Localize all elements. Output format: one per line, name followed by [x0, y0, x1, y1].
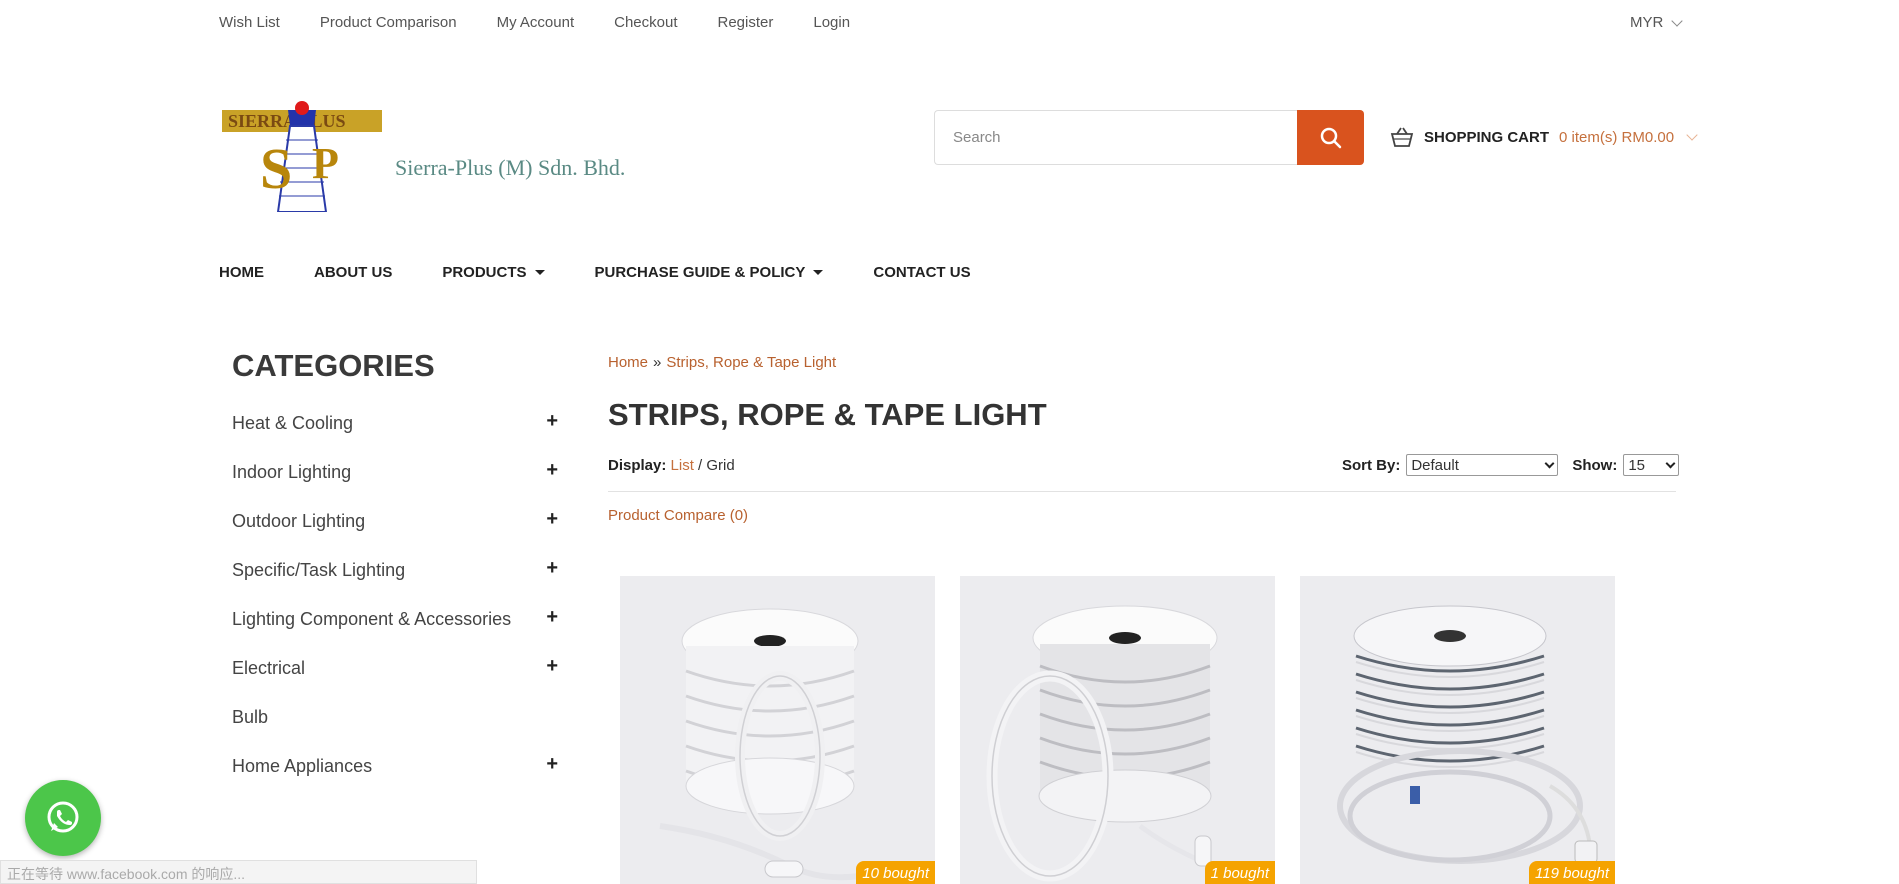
- show-value: 15: [1628, 456, 1646, 474]
- product-image: [1300, 576, 1615, 884]
- category-label: Electrical: [232, 658, 306, 678]
- chevron-down-icon: [1686, 129, 1698, 141]
- chevron-down-icon: [1671, 14, 1684, 27]
- category-item[interactable]: Home Appliances +: [232, 753, 558, 805]
- grid-view-link[interactable]: Grid: [706, 457, 734, 474]
- search-bar: [934, 110, 1364, 165]
- sort-controls: Sort By: Default Show: 15: [1342, 454, 1680, 476]
- sort-value: Default: [1411, 456, 1459, 474]
- cart-label: SHOPPING CART: [1424, 128, 1550, 146]
- category-item[interactable]: Lighting Component & Accessories +: [232, 606, 558, 658]
- company-name: Sierra-Plus (M) Sdn. Bhd.: [395, 155, 626, 180]
- top-links: Wish List Product Comparison My Account …: [219, 14, 850, 31]
- display-toggle: Display: List / Grid: [608, 457, 735, 474]
- category-label: Outdoor Lighting: [232, 511, 366, 531]
- expand-plus-icon[interactable]: +: [546, 557, 558, 580]
- product-card[interactable]: 10 bought: [620, 576, 935, 884]
- page-title: STRIPS, ROPE & TAPE LIGHT: [608, 397, 1047, 432]
- nav-purchase-guide[interactable]: PURCHASE GUIDE & POLICY: [595, 264, 824, 281]
- product-card[interactable]: 119 bought: [1300, 576, 1615, 884]
- nav-contact[interactable]: CONTACT US: [873, 264, 970, 281]
- bought-count-badge: 10 bought: [856, 861, 935, 884]
- chevron-down-icon: [1665, 458, 1676, 468]
- list-view-link[interactable]: List: [671, 457, 694, 474]
- nav-home[interactable]: HOME: [219, 264, 264, 281]
- category-label: Bulb: [232, 707, 269, 727]
- display-separator: /: [698, 457, 703, 474]
- show-select[interactable]: 15: [1623, 454, 1680, 476]
- search-icon: [1320, 127, 1341, 148]
- nav-about[interactable]: ABOUT US: [314, 264, 392, 281]
- category-label: Lighting Component & Accessories: [232, 609, 512, 629]
- nav-about-label: ABOUT US: [314, 264, 393, 281]
- category-item[interactable]: Electrical +: [232, 655, 558, 707]
- main-nav: HOME ABOUT US PRODUCTS PURCHASE GUIDE & …: [219, 264, 971, 281]
- wishlist-link[interactable]: Wish List: [219, 14, 280, 31]
- caret-down-icon: [813, 270, 824, 275]
- display-label: Display:: [608, 457, 667, 474]
- my-account-link[interactable]: My Account: [497, 14, 575, 31]
- nav-contact-label: CONTACT US: [873, 264, 971, 281]
- nav-purchase-label: PURCHASE GUIDE & POLICY: [594, 264, 806, 281]
- chevron-down-icon: [1544, 458, 1555, 468]
- breadcrumb-separator: »: [653, 354, 662, 371]
- category-label: Heat & Cooling: [232, 413, 354, 433]
- cart-total: 0 item(s) RM0.00: [1559, 128, 1675, 146]
- whatsapp-icon: [47, 801, 79, 833]
- breadcrumb-current[interactable]: Strips, Rope & Tape Light: [666, 354, 836, 371]
- svg-text:S: S: [260, 136, 292, 201]
- breadcrumb: Home » Strips, Rope & Tape Light: [608, 354, 836, 371]
- currency-label: MYR: [1630, 14, 1664, 31]
- product-comparison-link[interactable]: Product Comparison: [320, 14, 457, 31]
- login-link[interactable]: Login: [813, 14, 850, 31]
- search-button[interactable]: [1297, 110, 1364, 165]
- bought-count-badge: 119 bought: [1529, 861, 1615, 884]
- nav-products[interactable]: PRODUCTS: [442, 264, 545, 281]
- nav-products-label: PRODUCTS: [442, 264, 527, 281]
- svg-text:P: P: [312, 139, 339, 188]
- category-label: Home Appliances: [232, 756, 373, 776]
- category-label: Specific/Task Lighting: [232, 560, 406, 580]
- register-link[interactable]: Register: [718, 14, 774, 31]
- basket-icon: [1390, 127, 1414, 147]
- shopping-cart[interactable]: SHOPPING CART 0 item(s) RM0.00: [1390, 126, 1698, 148]
- currency-selector[interactable]: MYR: [1630, 14, 1684, 31]
- browser-status-bar: 正在等待 www.facebook.com 的响应...: [0, 860, 477, 884]
- whatsapp-chat-button[interactable]: [25, 780, 101, 856]
- expand-plus-icon[interactable]: +: [546, 753, 558, 776]
- sort-label: Sort By:: [1342, 456, 1401, 474]
- product-card[interactable]: 1 bought: [960, 576, 1275, 884]
- caret-down-icon: [534, 270, 545, 275]
- product-image: [620, 576, 935, 884]
- expand-plus-icon[interactable]: +: [546, 655, 558, 678]
- category-item[interactable]: Bulb: [232, 707, 558, 756]
- expand-plus-icon[interactable]: +: [546, 459, 558, 482]
- expand-plus-icon[interactable]: +: [546, 508, 558, 531]
- category-item[interactable]: Indoor Lighting +: [232, 459, 558, 511]
- lighthouse-logo-icon: SIERRA PLUS S P: [222, 101, 382, 213]
- breadcrumb-home[interactable]: Home: [608, 354, 648, 371]
- expand-plus-icon[interactable]: +: [546, 606, 558, 629]
- sort-select[interactable]: Default: [1406, 454, 1559, 476]
- category-label: Indoor Lighting: [232, 462, 352, 482]
- logo-emblem-text: SIERRA PLUS: [228, 111, 346, 131]
- show-label: Show:: [1572, 456, 1618, 474]
- category-item[interactable]: Specific/Task Lighting +: [232, 557, 558, 609]
- category-list: Heat & Cooling + Indoor Lighting + Outdoor…: [232, 410, 558, 805]
- checkout-link[interactable]: Checkout: [614, 14, 677, 31]
- divider: [608, 491, 1676, 492]
- search-input[interactable]: [934, 110, 1297, 165]
- product-compare-link[interactable]: Product Compare (0): [608, 507, 748, 524]
- expand-plus-icon[interactable]: +: [546, 410, 558, 433]
- category-item[interactable]: Outdoor Lighting +: [232, 508, 558, 560]
- categories-heading: CATEGORIES: [232, 348, 435, 383]
- category-item[interactable]: Heat & Cooling +: [232, 410, 558, 462]
- product-image: [960, 576, 1275, 884]
- nav-home-label: HOME: [219, 264, 264, 281]
- bought-count-badge: 1 bought: [1204, 861, 1275, 884]
